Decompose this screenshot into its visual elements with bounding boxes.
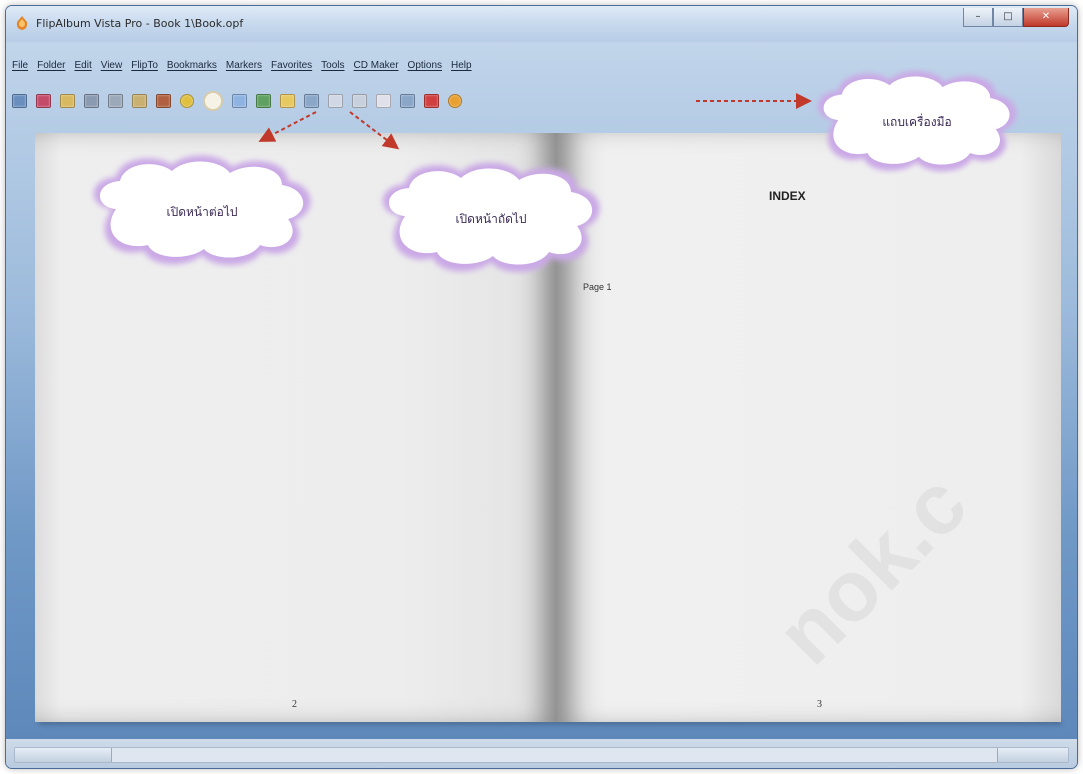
status-bar [6, 739, 1077, 768]
callout-toolbar-label: แถบเครื่องมือ [882, 115, 952, 129]
email-icon[interactable] [108, 94, 123, 108]
photo-icon[interactable] [156, 94, 171, 108]
album-icon[interactable] [36, 94, 51, 108]
close-button[interactable]: ✕ [1023, 8, 1069, 27]
window-title: FlipAlbum Vista Pro - Book 1\Book.opf [36, 17, 244, 30]
maximize-button[interactable]: □ [993, 8, 1023, 27]
menu-item-cd-maker[interactable]: CD Maker [354, 60, 399, 78]
callout-cloud-previous: เปิดหน้าต่อไป [82, 151, 322, 269]
menu-item-file[interactable]: File [12, 60, 28, 78]
previous-page-icon[interactable] [203, 91, 223, 111]
callout-cloud-next: เปิดหน้าถัดไป [371, 158, 611, 276]
thumbnail-icon[interactable] [280, 94, 295, 108]
zoom-icon[interactable] [304, 94, 319, 108]
right-page-number: 3 [817, 699, 822, 710]
back-cover-icon[interactable] [180, 94, 194, 108]
menu-item-help[interactable]: Help [451, 60, 472, 78]
menu-item-tools[interactable]: Tools [321, 60, 344, 78]
scrollbar-thumb[interactable] [15, 748, 112, 762]
disk-icon[interactable] [132, 94, 147, 108]
open-icon[interactable] [12, 94, 27, 108]
flag-icon[interactable] [424, 94, 439, 108]
settings-icon[interactable] [352, 94, 367, 108]
menu-item-options[interactable]: Options [408, 60, 442, 78]
window-controls: – □ ✕ [963, 8, 1069, 27]
index-entry-page-link[interactable]: Page 1 [583, 282, 612, 292]
cd-icon[interactable] [376, 94, 391, 108]
horizontal-scrollbar[interactable] [14, 747, 1069, 763]
menu-item-favorites[interactable]: Favorites [271, 60, 312, 78]
menu-item-folder[interactable]: Folder [37, 60, 65, 78]
title-bar: FlipAlbum Vista Pro - Book 1\Book.opf – … [6, 6, 1077, 42]
callout-previous-label: เปิดหน้าต่อไป [166, 205, 238, 219]
menu-item-edit[interactable]: Edit [74, 60, 91, 78]
menu-bar: File Folder Edit View FlipTo Bookmarks Markers… [12, 60, 472, 78]
app-logo-icon [16, 16, 28, 30]
index-title: INDEX [769, 189, 806, 203]
right-page[interactable]: INDEX Page 1 3 [557, 133, 1061, 722]
print-icon[interactable] [84, 94, 99, 108]
callout-next-label: เปิดหน้าถัดไป [455, 212, 527, 226]
minimize-button[interactable]: – [963, 8, 993, 27]
menu-item-view[interactable]: View [101, 60, 123, 78]
scrollbar-end-button[interactable] [997, 748, 1068, 762]
menu-item-flipto[interactable]: FlipTo [131, 60, 158, 78]
menu-item-markers[interactable]: Markers [226, 60, 262, 78]
turn-page-icon[interactable] [256, 94, 271, 108]
next-page-icon[interactable] [232, 94, 247, 108]
slideshow-icon[interactable] [328, 94, 343, 108]
audio-tools-icon[interactable] [448, 94, 462, 108]
toolbar [12, 90, 462, 112]
left-page-number: 2 [292, 699, 297, 710]
menu-item-bookmarks[interactable]: Bookmarks [167, 60, 217, 78]
music-icon[interactable] [400, 94, 415, 108]
callout-cloud-toolbar: แถบเครื่องมือ [804, 67, 1030, 175]
gallery-icon[interactable] [60, 94, 75, 108]
